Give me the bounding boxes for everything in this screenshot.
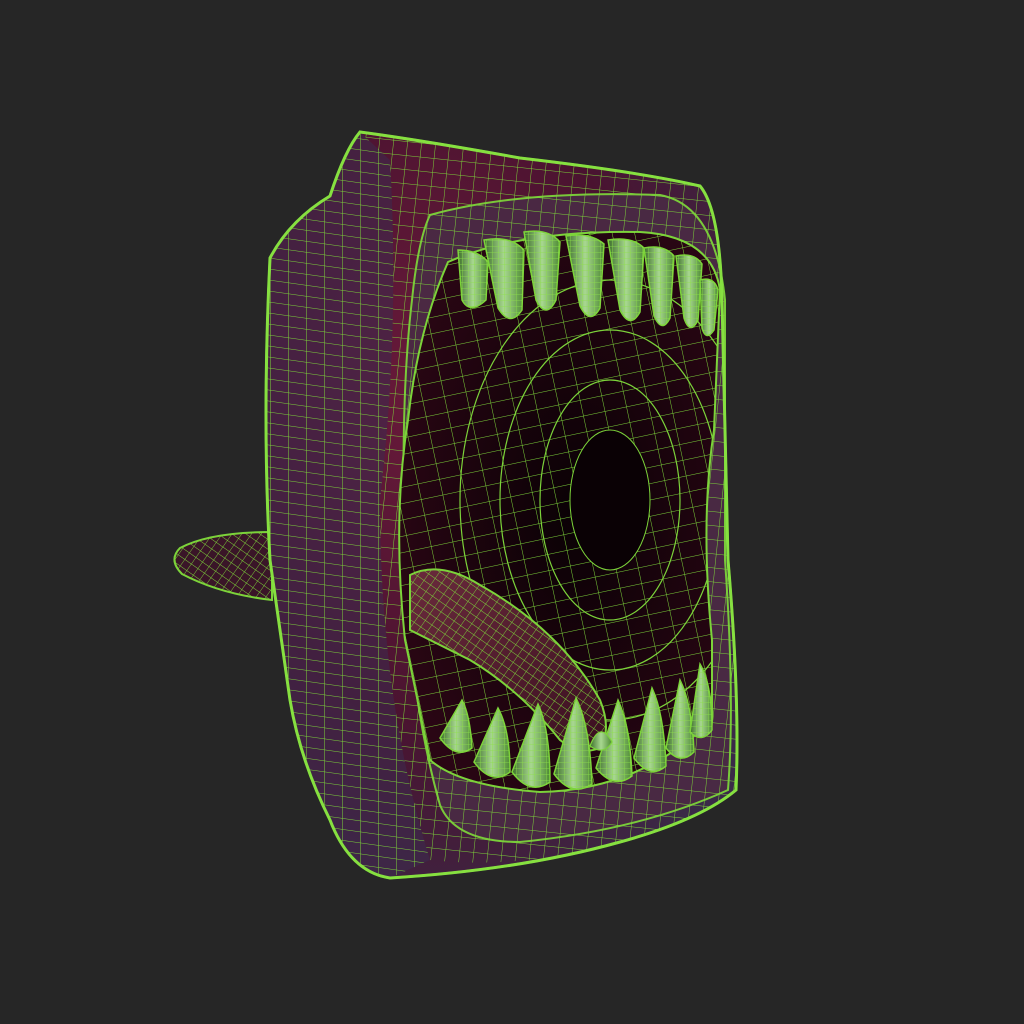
rear-stalk	[173, 530, 273, 602]
3d-viewport[interactable]	[0, 0, 1024, 1024]
wireframe-model	[173, 130, 739, 880]
upper-tooth	[457, 249, 489, 309]
